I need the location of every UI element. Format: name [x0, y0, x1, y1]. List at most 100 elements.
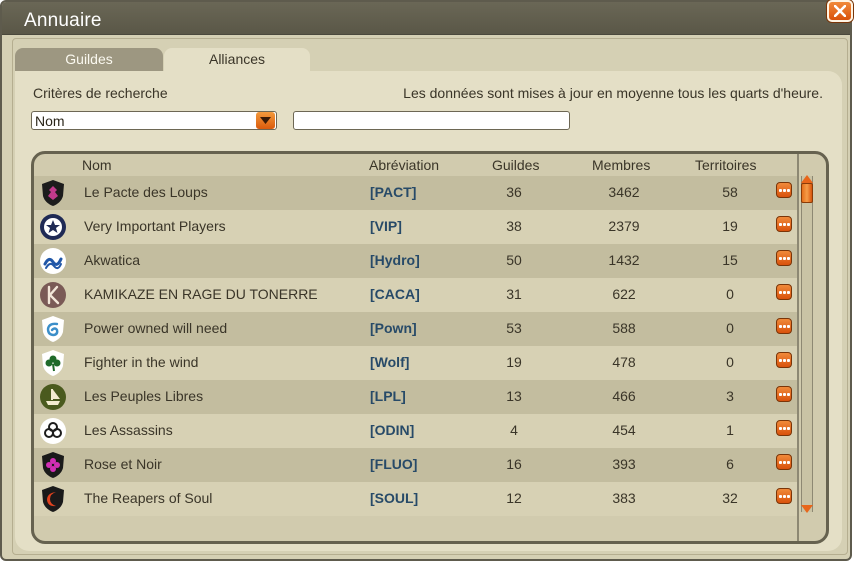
- scroll-down-arrow-icon[interactable]: [801, 505, 813, 513]
- guild-count: 12: [506, 490, 522, 506]
- member-count: 622: [612, 286, 636, 302]
- dropdown-arrow-button[interactable]: [256, 112, 275, 129]
- member-count: 2379: [608, 218, 640, 234]
- guild-count: 19: [506, 354, 522, 370]
- tab-alliances[interactable]: Alliances: [164, 48, 310, 72]
- member-count: 466: [612, 388, 636, 404]
- window-title: Annuaire: [24, 10, 102, 31]
- column-header-territories[interactable]: Territoires: [695, 157, 756, 173]
- alliance-abbreviation: [CACA]: [370, 286, 420, 302]
- alliance-abbreviation: [Pown]: [370, 320, 417, 336]
- member-count: 3462: [608, 184, 640, 200]
- search-input[interactable]: [293, 111, 570, 130]
- scroll-divider: [797, 154, 799, 541]
- alliance-name: KAMIKAZE EN RAGE DU TONERRE: [84, 286, 318, 302]
- alliance-name: The Reapers of Soul: [84, 490, 213, 506]
- flower-shield-emblem-icon: [42, 452, 64, 478]
- territory-count: 6: [726, 456, 734, 472]
- member-count: 1432: [608, 252, 640, 268]
- star-badge-emblem-icon: [40, 214, 66, 240]
- search-criteria-label: Critères de recherche: [33, 85, 168, 101]
- close-icon: [834, 5, 846, 17]
- table-row[interactable]: KAMIKAZE EN RAGE DU TONERRE [CACA] 31 62…: [34, 278, 797, 312]
- close-button[interactable]: [827, 0, 853, 22]
- alliance-abbreviation: [ODIN]: [370, 422, 415, 438]
- table-row[interactable]: Akwatica [Hydro] 50 1432 15: [34, 244, 797, 278]
- alliance-abbreviation: [FLUO]: [370, 456, 418, 472]
- more-options-button[interactable]: [776, 250, 792, 266]
- alliance-abbreviation: [SOUL]: [370, 490, 419, 506]
- guild-count: 53: [506, 320, 522, 336]
- guild-count: 16: [506, 456, 522, 472]
- table-row[interactable]: Les Peuples Libres [LPL] 13 466 3: [34, 380, 797, 414]
- alliance-name: Rose et Noir: [84, 456, 162, 472]
- guild-count: 31: [506, 286, 522, 302]
- alliance-abbreviation: [Wolf]: [370, 354, 410, 370]
- more-options-button[interactable]: [776, 216, 792, 232]
- more-options-button[interactable]: [776, 386, 792, 402]
- table-row[interactable]: Power owned will need [Pown] 53 588 0: [34, 312, 797, 346]
- territory-count: 32: [722, 490, 738, 506]
- member-count: 478: [612, 354, 636, 370]
- more-options-button[interactable]: [776, 284, 792, 300]
- ship-emblem-icon: [40, 384, 66, 410]
- alliance-abbreviation: [LPL]: [370, 388, 406, 404]
- crescent-shield-emblem-icon: [42, 486, 64, 512]
- territory-count: 0: [726, 286, 734, 302]
- member-count: 383: [612, 490, 636, 506]
- column-header-name[interactable]: Nom: [82, 157, 112, 173]
- chevron-down-icon: [260, 117, 271, 124]
- title-bar[interactable]: Annuaire: [2, 2, 850, 35]
- more-options-button[interactable]: [776, 488, 792, 504]
- alliance-name: Akwatica: [84, 252, 141, 268]
- territory-count: 19: [722, 218, 738, 234]
- column-header-members[interactable]: Membres: [592, 157, 650, 173]
- guild-count: 13: [506, 388, 522, 404]
- alliance-abbreviation: [PACT]: [370, 184, 417, 200]
- guild-count: 50: [506, 252, 522, 268]
- member-count: 588: [612, 320, 636, 336]
- column-header-guilds[interactable]: Guildes: [492, 157, 539, 173]
- table-row[interactable]: Rose et Noir [FLUO] 16 393 6: [34, 448, 797, 482]
- alliance-name: Le Pacte des Loups: [84, 184, 208, 200]
- more-options-button[interactable]: [776, 182, 792, 198]
- alliance-name: Power owned will need: [84, 320, 228, 336]
- letter-k-emblem-icon: [40, 282, 66, 308]
- guild-count: 36: [506, 184, 522, 200]
- table-row[interactable]: The Reapers of Soul [SOUL] 12 383 32: [34, 482, 797, 516]
- tab-guildes[interactable]: Guildes: [15, 48, 163, 72]
- member-count: 393: [612, 456, 636, 472]
- column-header-abbreviation[interactable]: Abréviation: [369, 157, 439, 173]
- alliance-name: Les Assassins: [84, 422, 173, 438]
- update-info-text: Les données sont mises à jour en moyenne…: [403, 85, 823, 101]
- territory-count: 3: [726, 388, 734, 404]
- table-row[interactable]: Le Pacte des Loups [PACT] 36 3462 58: [34, 176, 797, 210]
- swirl-shield-emblem-icon: [42, 316, 64, 342]
- guild-count: 4: [510, 422, 518, 438]
- more-options-button[interactable]: [776, 318, 792, 334]
- clover-emblem-icon: [42, 350, 64, 376]
- territory-count: 0: [726, 320, 734, 336]
- territory-count: 0: [726, 354, 734, 370]
- alliance-abbreviation: [Hydro]: [370, 252, 420, 268]
- member-count: 454: [612, 422, 636, 438]
- scrollbar-thumb[interactable]: [801, 183, 813, 203]
- territory-count: 1: [726, 422, 734, 438]
- criteria-dropdown[interactable]: Nom: [31, 111, 277, 130]
- alliance-name: Les Peuples Libres: [84, 388, 204, 404]
- scroll-up-arrow-icon[interactable]: [801, 175, 813, 183]
- territory-count: 58: [722, 184, 738, 200]
- table-row[interactable]: Les Assassins [ODIN] 4 454 1: [34, 414, 797, 448]
- more-options-button[interactable]: [776, 352, 792, 368]
- alliance-name: Fighter in the wind: [84, 354, 199, 370]
- vertical-scrollbar[interactable]: [801, 176, 813, 512]
- knot-emblem-icon: [40, 418, 66, 444]
- criteria-selected-value: Nom: [35, 113, 65, 129]
- more-options-button[interactable]: [776, 454, 792, 470]
- table-row[interactable]: Very Important Players [VIP] 38 2379 19: [34, 210, 797, 244]
- table-row[interactable]: Fighter in the wind [Wolf] 19 478 0: [34, 346, 797, 380]
- alliance-abbreviation: [VIP]: [370, 218, 402, 234]
- territory-count: 15: [722, 252, 738, 268]
- wave-emblem-icon: [40, 248, 66, 274]
- more-options-button[interactable]: [776, 420, 792, 436]
